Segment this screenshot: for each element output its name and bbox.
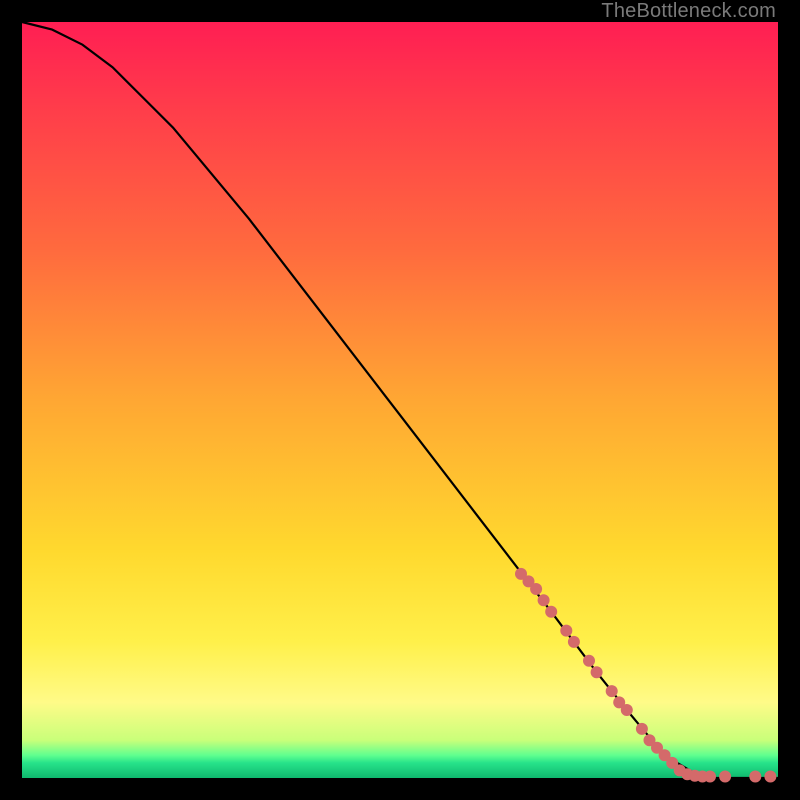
watermark-text: TheBottleneck.com	[601, 0, 776, 23]
curve-path	[22, 22, 778, 778]
chart-frame: TheBottleneck.com	[0, 0, 800, 800]
data-marker	[568, 636, 580, 648]
marker-group	[515, 568, 776, 783]
data-marker	[538, 594, 550, 606]
data-marker	[719, 771, 731, 783]
data-marker	[636, 723, 648, 735]
data-marker	[749, 771, 761, 783]
data-marker	[764, 771, 776, 783]
data-marker	[591, 666, 603, 678]
data-marker	[583, 655, 595, 667]
data-marker	[530, 583, 542, 595]
data-marker	[606, 685, 618, 697]
data-marker	[621, 704, 633, 716]
data-marker	[560, 625, 572, 637]
chart-overlay	[22, 22, 778, 778]
data-marker	[545, 606, 557, 618]
data-marker	[704, 771, 716, 783]
